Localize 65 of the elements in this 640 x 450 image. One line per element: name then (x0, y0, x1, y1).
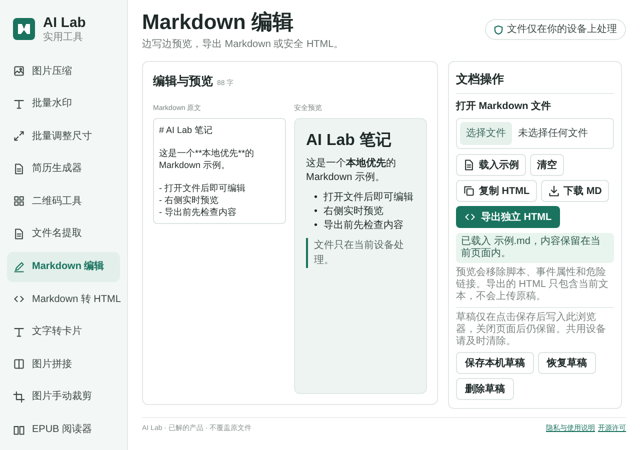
page-title: Markdown 编辑 (142, 10, 295, 36)
sidebar-item[interactable]: 图片手动裁剪 (7, 382, 120, 412)
draft-button[interactable]: 恢复草稿 (538, 352, 596, 374)
page-subtitle: 边写边预览，导出 Markdown 或安全 HTML。 (142, 38, 344, 52)
file-status: 未选择任何文件 (518, 126, 588, 142)
code-line: # AI Lab 笔记 (159, 124, 214, 136)
shield-icon (494, 24, 503, 34)
text-icon (13, 326, 25, 338)
privacy-badge: 文件仅在你的设备上处理 (485, 19, 626, 40)
image-icon (13, 65, 25, 77)
action-button[interactable]: 载入示例 (456, 154, 526, 176)
document-icon (13, 228, 25, 240)
card-title: 文档操作 (456, 71, 505, 88)
action-button[interactable]: 清空 (530, 154, 564, 176)
code-line: - 打开文件后即可编辑 (159, 182, 246, 194)
preview-paragraph: 这是一个本地优先的 Markdown 示例。 (306, 156, 397, 185)
text-icon (13, 98, 25, 110)
bullet-marker: • (314, 218, 318, 232)
code-line: 这是一个**本地优先**的 Markdown 示例。 (159, 146, 256, 171)
sidebar-item[interactable]: 批量水印 (7, 88, 120, 119)
bullet-marker: • (314, 190, 318, 204)
action-button[interactable]: 复制 HTML (456, 180, 537, 202)
sidebar-item[interactable]: EPUB 阅读器 (7, 414, 120, 445)
preview-list-item: 右侧实时预览 (324, 204, 384, 218)
sidebar-item[interactable]: 二维码工具 (7, 186, 120, 216)
document-icon (463, 159, 475, 172)
expand-icon (13, 130, 25, 142)
logo-icon (13, 18, 35, 40)
download-icon (548, 185, 560, 198)
action-button[interactable]: 下载 MD (540, 180, 609, 202)
preview-list-item: 打开文件后即可编辑 (324, 190, 414, 204)
code-line: - 导出前先检查内容 (159, 206, 238, 218)
choose-file-button[interactable]: 选择文件 (460, 122, 512, 146)
status-message: 已载入 示例.md，内容保留在当前页面内。 (456, 233, 614, 264)
draft-button[interactable]: 删除草稿 (456, 378, 514, 400)
grid-icon (13, 195, 25, 208)
markdown-input[interactable]: # AI Lab 笔记 这是一个**本地优先**的 Markdown 示例。 - 打开文件后即可编辑 - 右侧实时预览 - 导出前先检查内容 (153, 118, 286, 224)
info-text: 预览会移除脚本、事件属性和危险链接。导出的 HTML 只包含当前文本，不会上传原稿。 (456, 267, 610, 304)
code-line: - 右侧实时预览 (159, 194, 220, 206)
columns-icon (13, 358, 25, 370)
preview-heading: AI Lab 笔记 (306, 130, 392, 151)
sidebar-item[interactable]: Markdown 编辑 (7, 252, 120, 282)
info-text: 草稿仅在点击保存后写入此浏览器，关闭页面后仍保留。共用设备请及时清除。 (456, 312, 607, 348)
pen-icon (13, 260, 25, 273)
brand-subtitle: 实用工具 (43, 32, 84, 44)
crop-icon (13, 390, 25, 403)
action-button[interactable]: 导出独立 HTML (456, 206, 560, 228)
sidebar-item[interactable]: 简历生成器 (7, 154, 120, 184)
book-icon (13, 424, 25, 436)
sidebar-item[interactable]: 文件名提取 (7, 218, 120, 249)
draft-button[interactable]: 保存本机草稿 (456, 352, 534, 374)
card-title: 编辑与预览 (153, 73, 213, 90)
sidebar-item[interactable]: 图片压缩 (7, 56, 120, 86)
preview-quote: 文件只在当前设备处理。 (306, 238, 415, 268)
file-input[interactable]: 选择文件 未选择任何文件 (456, 118, 614, 150)
sidebar-item[interactable]: 批量调整尺寸 (7, 121, 120, 152)
copy-icon (463, 185, 475, 198)
preview-list-item: 导出前先检查内容 (324, 218, 404, 232)
document-icon (13, 162, 25, 175)
sidebar-item[interactable]: 文字转卡片 (7, 316, 120, 347)
brand-name: AI Lab (43, 14, 86, 32)
bullet-marker: • (314, 204, 318, 218)
sidebar-item[interactable]: 图片拼接 (7, 349, 120, 380)
sidebar-item[interactable]: Markdown 转 HTML (7, 284, 120, 314)
field-label: 打开 Markdown 文件 (456, 100, 552, 114)
